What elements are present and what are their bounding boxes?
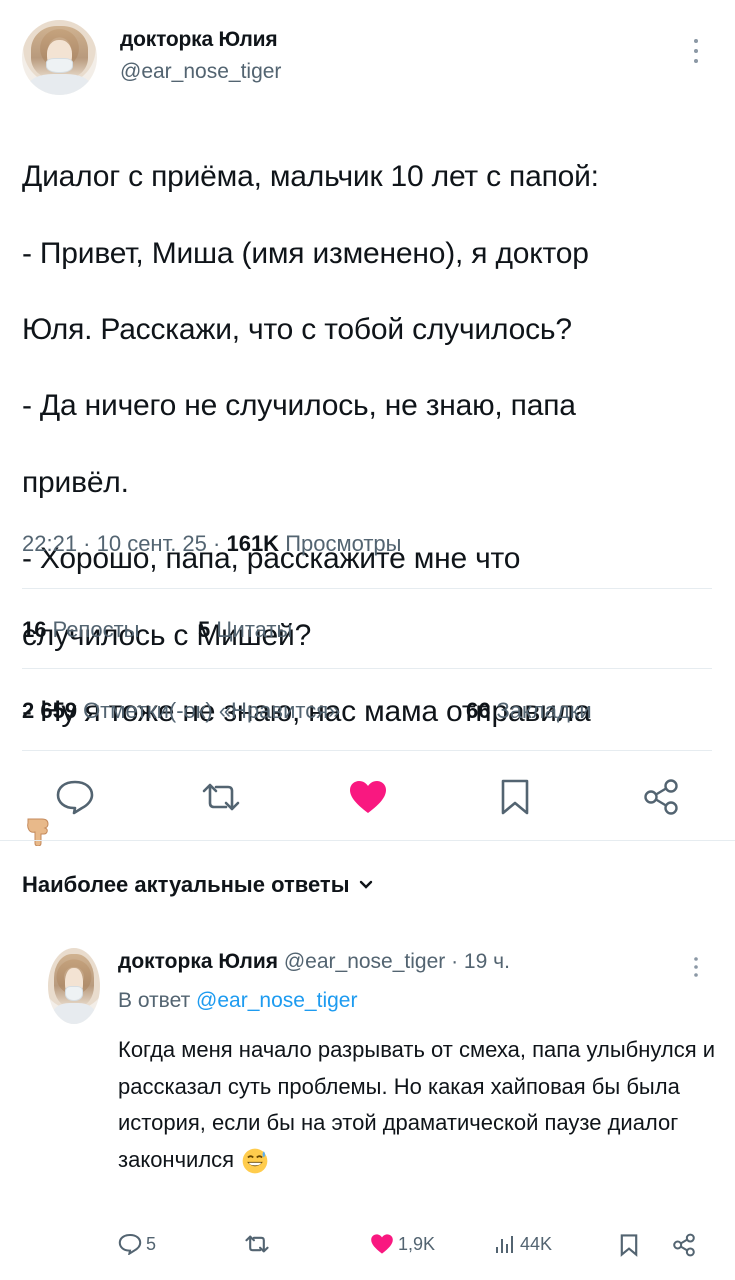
likes-count: 2 659 [22, 698, 78, 723]
retweet-icon [202, 783, 240, 811]
reply-text: Когда меня начало разрывать от смеха, па… [118, 1032, 718, 1178]
share-button[interactable] [636, 775, 686, 819]
reposts-count: 16 [22, 617, 47, 642]
retweet-button[interactable] [196, 775, 246, 819]
tweet-meta: 22:21 · 10 сент. 25 · 161K Просмотры [22, 531, 401, 557]
reply-text-body: Когда меня начало разрывать от смеха, па… [118, 1037, 716, 1172]
quotes-stat[interactable]: 5 Цитаты [198, 617, 292, 643]
reply-button[interactable] [50, 775, 100, 819]
tweet-text: Диалог с приёма, мальчик 10 лет с папой:… [22, 120, 722, 846]
bookmarks-label: Закладки [496, 698, 592, 723]
divider [0, 840, 735, 841]
author-name[interactable]: докторка Юлия [120, 28, 278, 52]
share-icon [644, 779, 678, 815]
bookmark-icon [620, 1234, 638, 1257]
reply-author-name[interactable]: докторка Юлия [118, 950, 278, 973]
grinning-sweat-face-icon [242, 1148, 268, 1174]
likes-label: Отметки(-ок) «Нравится» [83, 698, 341, 723]
tweet-line: привёл. [22, 465, 129, 499]
reposts-label: Репосты [52, 617, 140, 642]
like-icon [371, 1234, 393, 1254]
divider [22, 750, 712, 751]
views-icon [496, 1236, 513, 1253]
reply-share-button[interactable] [672, 1233, 696, 1257]
reply-author-handle[interactable]: @ear_nose_tiger [284, 950, 445, 973]
reply-avatar[interactable] [48, 948, 100, 1024]
like-icon [350, 781, 386, 813]
reply-retweet-button[interactable] [244, 1234, 270, 1254]
reply-time[interactable]: · 19 ч. [451, 950, 510, 973]
reply-more-options-icon[interactable] [690, 955, 702, 979]
reply-reply-button[interactable]: 5 [118, 1233, 156, 1255]
more-options-icon[interactable] [690, 36, 702, 66]
quotes-count: 5 [198, 617, 211, 642]
reply-to-label: В ответ [118, 989, 191, 1012]
tweet-line: Юля. Расскажи, что с тобой случилось? [22, 313, 572, 347]
reply-like-count: 1,9K [398, 1233, 436, 1254]
bookmark-icon [501, 779, 529, 815]
reply-to-handle[interactable]: @ear_nose_tiger [196, 989, 357, 1012]
author-handle[interactable]: @ear_nose_tiger [120, 60, 281, 84]
divider [22, 588, 712, 589]
views-label: Просмотры [285, 531, 402, 556]
reply-icon [118, 1233, 142, 1255]
quotes-label: Цитаты [216, 617, 293, 642]
retweet-icon [245, 1235, 269, 1253]
replies-sort-selector[interactable]: Наиболее актуальные ответы [22, 872, 373, 898]
likes-stat[interactable]: 2 659 Отметки(-ок) «Нравится» [22, 698, 340, 724]
reposts-stat[interactable]: 16 Репосты [22, 617, 139, 643]
divider [22, 668, 712, 669]
reply-icon [56, 780, 94, 815]
author-avatar[interactable] [22, 20, 97, 95]
reply-like-button[interactable]: 1,9K [370, 1233, 435, 1255]
tweet-line: - Привет, Миша (имя изменено), я доктор [22, 236, 589, 270]
tweet-timestamp[interactable]: 22:21 · 10 сент. 25 · [22, 531, 220, 556]
like-button[interactable] [343, 775, 393, 819]
tweet-line: Диалог с приёма, мальчик 10 лет с папой: [22, 160, 599, 194]
tweet-line: - Да ничего не случилось, не знаю, папа [22, 389, 576, 423]
reply-to-line: В ответ @ear_nose_tiger [118, 989, 357, 1013]
reply-reply-count: 5 [146, 1233, 157, 1254]
reply-views-button[interactable]: 44K [494, 1233, 552, 1255]
views-count: 161K [226, 531, 280, 556]
share-icon [673, 1233, 695, 1257]
reply-header: докторка Юлия @ear_nose_tiger · 19 ч. [118, 950, 510, 974]
bookmark-button[interactable] [490, 775, 540, 819]
chevron-down-icon [360, 880, 373, 889]
reply-views-count: 44K [520, 1233, 553, 1254]
reply-bookmark-button[interactable] [620, 1233, 638, 1257]
replies-section-title: Наиболее актуальные ответы [22, 872, 350, 897]
bookmarks-stat[interactable]: 66 Закладки [466, 698, 592, 724]
bookmarks-count: 66 [466, 698, 491, 723]
